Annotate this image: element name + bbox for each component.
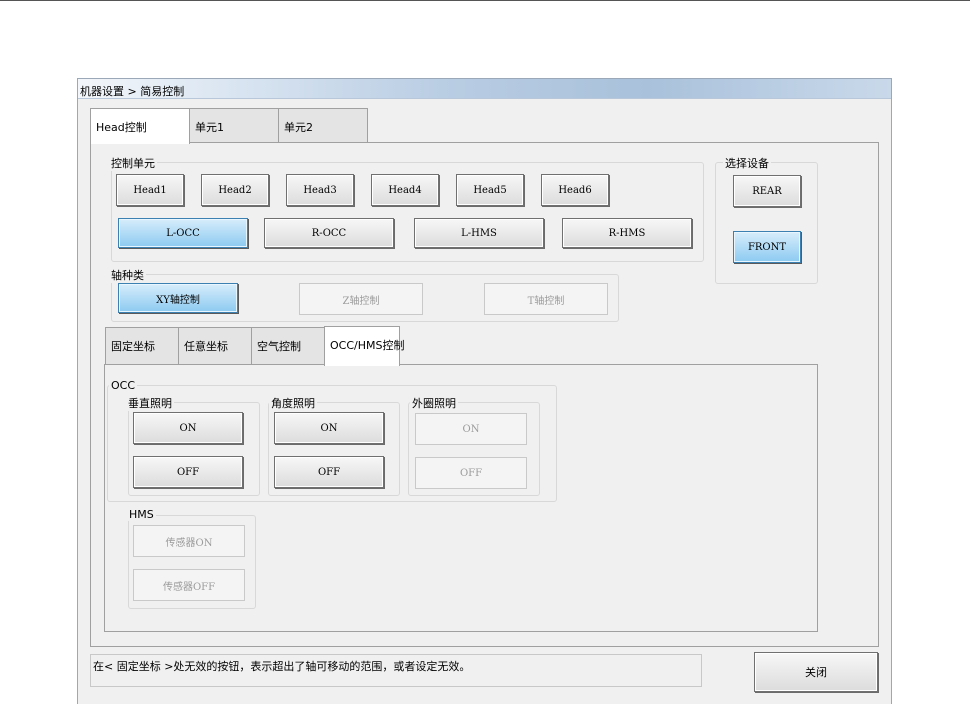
vertical-lighting-label: 垂直照明	[126, 395, 174, 411]
l-occ-button[interactable]: L-OCC	[118, 218, 248, 248]
head4-button[interactable]: Head4	[371, 174, 439, 206]
sensor-off-button[interactable]: 传感器OFF	[133, 569, 245, 601]
close-button[interactable]: 关闭	[754, 652, 878, 692]
tab-occ-hms-control[interactable]: OCC/HMS控制	[324, 326, 404, 366]
tab-head-control[interactable]: Head控制	[90, 108, 190, 144]
outer-lighting-on-button[interactable]: ON	[415, 413, 527, 445]
head3-button[interactable]: Head3	[286, 174, 354, 206]
r-occ-button[interactable]: R-OCC	[264, 218, 394, 248]
outer-lighting-off-button[interactable]: OFF	[415, 457, 527, 489]
front-button[interactable]: FRONT	[733, 231, 801, 263]
z-axis-control-button[interactable]: Z轴控制	[299, 283, 423, 315]
t-axis-control-button[interactable]: T轴控制	[484, 283, 608, 315]
head2-button[interactable]: Head2	[201, 174, 269, 206]
sensor-on-button[interactable]: 传感器ON	[133, 525, 245, 557]
vertical-lighting-on-button[interactable]: ON	[133, 412, 243, 444]
tab-air-control[interactable]: 空气控制	[251, 327, 325, 364]
angle-lighting-on-button[interactable]: ON	[274, 412, 384, 444]
tab-unit-2[interactable]: 单元2	[278, 108, 368, 142]
rear-button[interactable]: REAR	[733, 175, 801, 207]
occ-label: OCC	[109, 379, 138, 392]
window-title: 机器设置 > 简易控制	[80, 85, 185, 98]
tab-fixed-coordinates[interactable]: 固定坐标	[105, 327, 179, 364]
head-control-pane: 控制单元 Head1 Head2 Head3 Head4 Head5 Head6…	[90, 142, 879, 647]
occ-hms-control-pane: OCC 垂直照明 ON OFF 角度照明 ON OFF 外圈照明 ON OFF …	[104, 364, 818, 632]
axis-type-label: 轴种类	[109, 267, 146, 283]
angle-lighting-label: 角度照明	[269, 395, 317, 411]
tab-arbitrary-coordinates[interactable]: 任意坐标	[178, 327, 252, 364]
r-hms-button[interactable]: R-HMS	[562, 218, 692, 248]
top-divider-line	[0, 0, 970, 1]
angle-lighting-off-button[interactable]: OFF	[274, 456, 384, 488]
l-hms-button[interactable]: L-HMS	[414, 218, 544, 248]
tab-unit-1[interactable]: 单元1	[189, 108, 279, 142]
xy-axis-control-button[interactable]: XY轴控制	[118, 283, 238, 313]
head6-button[interactable]: Head6	[541, 174, 609, 206]
vertical-lighting-off-button[interactable]: OFF	[133, 456, 243, 488]
head1-button[interactable]: Head1	[116, 174, 184, 206]
settings-window: 机器设置 > 简易控制 Head控制 单元1 单元2 控制单元 Head1 He…	[77, 78, 892, 704]
head5-button[interactable]: Head5	[456, 174, 524, 206]
hms-label: HMS	[127, 508, 156, 521]
control-unit-label: 控制单元	[109, 155, 157, 171]
status-message: 在< 固定坐标 >处无效的按钮，表示超出了轴可移动的范围，或者设定无效。	[90, 654, 702, 687]
outer-lighting-label: 外圈照明	[410, 395, 458, 411]
title-bar[interactable]: 机器设置 > 简易控制	[78, 79, 891, 99]
select-device-label: 选择设备	[723, 155, 771, 171]
